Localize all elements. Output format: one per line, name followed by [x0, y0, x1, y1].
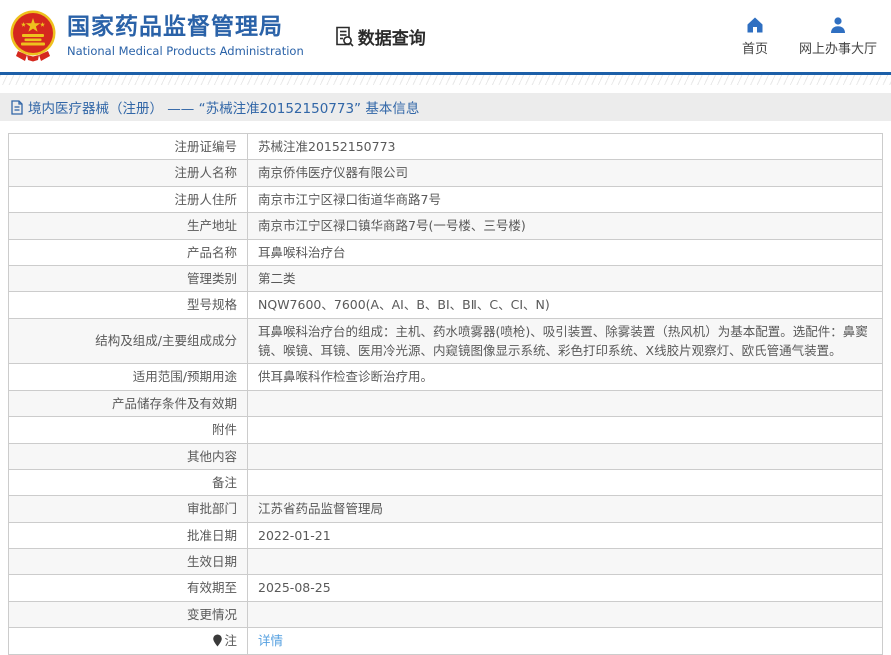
row-value: 南京市江宁区禄口街道华商路7号 [247, 185, 883, 214]
row-value: 耳鼻喉科治疗台的组成：主机、药水喷雾器(喷枪)、吸引装置、除雾装置（热风机）为基… [247, 317, 883, 365]
national-emblem-logo [10, 10, 56, 62]
row-value: 2022-01-21 [247, 521, 883, 550]
row-label: 生产地址 [8, 212, 248, 240]
detail-link[interactable]: 详情 [258, 633, 283, 648]
striped-band [0, 75, 891, 85]
nav-home[interactable]: 首页 [737, 16, 773, 57]
row-value: 江苏省药品监督管理局 [247, 495, 883, 523]
table-row: 结构及组成/主要组成成分 耳鼻喉科治疗台的组成：主机、药水喷雾器(喷枪)、吸引装置… [8, 317, 883, 365]
pin-icon [213, 634, 223, 647]
org-names: 国家药品监督管理局 National Medical Products Admi… [67, 14, 304, 58]
data-query-icon [335, 26, 354, 47]
row-value [247, 547, 883, 576]
table-row: 有效期至 2025-08-25 [8, 574, 883, 602]
row-label: 型号规格 [8, 291, 248, 319]
row-value: 2025-08-25 [247, 574, 883, 602]
row-label: 注 [8, 627, 248, 655]
org-name-zh: 国家药品监督管理局 [67, 14, 283, 41]
row-value [247, 416, 883, 444]
row-label: 管理类别 [8, 264, 248, 293]
row-value [247, 600, 883, 629]
row-label: 适用范围/预期用途 [8, 363, 248, 391]
row-label: 备注 [8, 468, 248, 497]
nav-service-hall[interactable]: 网上办事大厅 [799, 16, 877, 57]
header-left: 国家药品监督管理局 National Medical Products Admi… [8, 10, 426, 62]
info-table: 注册证编号 苏械注准20152150773 注册人名称 南京侨伟医疗仪器有限公司 注册人… [8, 132, 883, 655]
row-label: 生效日期 [8, 547, 248, 576]
row-label: 结构及组成/主要组成成分 [8, 317, 248, 365]
table-row: 型号规格 NQW7600、7600(A、AI、B、BI、BⅡ、C、CI、N) [8, 291, 883, 319]
row-value: 苏械注准20152150773 [247, 132, 883, 161]
table-row: 其他内容 [8, 442, 883, 470]
table-row: 生效日期 [8, 547, 883, 576]
table-row: 注册人名称 南京侨伟医疗仪器有限公司 [8, 159, 883, 187]
table-row: 产品名称 耳鼻喉科治疗台 [8, 238, 883, 266]
row-label: 有效期至 [8, 574, 248, 602]
table-row: 注册证编号 苏械注准20152150773 [8, 132, 883, 161]
row-label: 其他内容 [8, 442, 248, 470]
site-header: 国家药品监督管理局 National Medical Products Admi… [0, 0, 891, 72]
row-value [247, 468, 883, 497]
table-row: 适用范围/预期用途 供耳鼻喉科作检查诊断治疗用。 [8, 363, 883, 391]
row-value: 耳鼻喉科治疗台 [247, 238, 883, 266]
row-label: 产品名称 [8, 238, 248, 266]
breadcrumb-text: 境内医疗器械（注册） —— “苏械注准20152150773” 基本信息 [28, 101, 420, 117]
breadcrumb: 境内医疗器械（注册） —— “苏械注准20152150773” 基本信息 [0, 93, 891, 121]
row-label: 产品储存条件及有效期 [8, 389, 248, 418]
row-value: NQW7600、7600(A、AI、B、BI、BⅡ、C、CI、N) [247, 291, 883, 319]
org-name-en: National Medical Products Administration [67, 43, 304, 58]
nav-home-label: 首页 [741, 41, 768, 57]
row-label: 审批部门 [8, 495, 248, 523]
row-label: 注册人名称 [8, 159, 248, 187]
table-row: 审批部门 江苏省药品监督管理局 [8, 495, 883, 523]
row-label: 注册人住所 [8, 185, 248, 214]
row-value: 南京市江宁区禄口镇华商路7号(一号楼、三号楼) [247, 212, 883, 240]
table-row: 管理类别 第二类 [8, 264, 883, 293]
row-value [247, 389, 883, 418]
home-icon [747, 17, 763, 32]
row-value: 供耳鼻喉科作检查诊断治疗用。 [247, 363, 883, 391]
row-label: 注册证编号 [8, 132, 248, 161]
table-row: 产品储存条件及有效期 [8, 389, 883, 418]
table-row: 生产地址 南京市江宁区禄口镇华商路7号(一号楼、三号楼) [8, 212, 883, 240]
row-value: 详情 [247, 627, 883, 655]
table-row: 注册人住所 南京市江宁区禄口街道华商路7号 [8, 185, 883, 214]
row-label: 附件 [8, 416, 248, 444]
nav-data-query[interactable]: 数据查询 [332, 24, 426, 49]
table-row: 备注 [8, 468, 883, 497]
table-row: 变更情况 [8, 600, 883, 629]
table-row: 注详情 [8, 627, 883, 655]
document-icon [11, 99, 23, 115]
table-row: 批准日期 2022-01-21 [8, 521, 883, 550]
data-query-label: 数据查询 [357, 28, 426, 49]
row-value [247, 442, 883, 470]
table-row: 附件 [8, 416, 883, 444]
row-label: 变更情况 [8, 600, 248, 629]
row-label: 批准日期 [8, 521, 248, 550]
nav-service-hall-label: 网上办事大厅 [798, 41, 877, 57]
header-right: 首页 网上办事大厅 [737, 16, 877, 57]
user-icon [830, 16, 845, 33]
row-value: 南京侨伟医疗仪器有限公司 [247, 159, 883, 187]
row-value: 第二类 [247, 264, 883, 293]
